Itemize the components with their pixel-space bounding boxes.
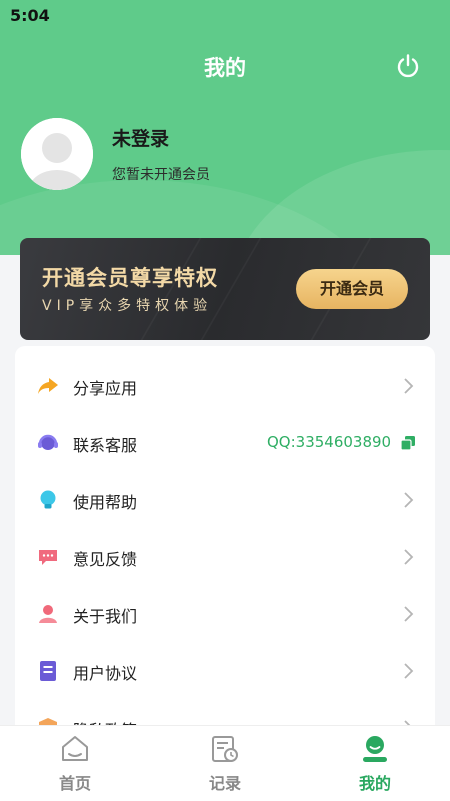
record-icon	[210, 734, 240, 764]
tab-profile[interactable]: 我的	[300, 726, 450, 801]
tab-label: 记录	[208, 774, 241, 793]
menu-item-about-us[interactable]: 关于我们	[15, 585, 435, 642]
menu-item-customer-service[interactable]: 联系客服 QQ:3354603890	[15, 414, 435, 471]
tab-label: 我的	[358, 774, 391, 793]
qq-number: QQ:3354603890	[267, 433, 392, 451]
chat-bubble-icon	[37, 546, 59, 568]
vip-banner[interactable]: 开通会员尊享特权 VIP享众多特权体验 开通会员	[20, 238, 430, 340]
lightbulb-icon	[37, 489, 59, 511]
menu-item-label: 联系客服	[73, 436, 138, 455]
chevron-right-icon	[403, 377, 415, 395]
document-icon	[37, 660, 59, 682]
status-bar-time: 5:04	[10, 6, 50, 25]
power-icon[interactable]	[394, 52, 422, 80]
profile-icon	[360, 734, 390, 764]
share-arrow-icon	[37, 375, 59, 397]
open-membership-button[interactable]: 开通会员	[296, 269, 408, 309]
copy-icon[interactable]	[400, 435, 416, 451]
menu-item-label: 用户协议	[73, 664, 138, 683]
chevron-right-icon	[403, 491, 415, 509]
menu-item-feedback[interactable]: 意见反馈	[15, 528, 435, 585]
tab-label: 首页	[58, 774, 91, 793]
person-icon	[37, 603, 59, 625]
user-name[interactable]: 未登录	[112, 124, 169, 151]
menu-item-label: 分享应用	[73, 379, 138, 398]
header: 5:04 我的 未登录 您暂未开通会员	[0, 0, 450, 255]
page-title: 我的	[204, 56, 246, 80]
vip-banner-title: 开通会员尊享特权	[42, 266, 218, 290]
vip-banner-subtitle: VIP享众多特权体验	[42, 298, 213, 314]
chevron-right-icon	[403, 605, 415, 623]
headset-icon	[37, 432, 59, 454]
chevron-right-icon	[403, 662, 415, 680]
tab-home[interactable]: 首页	[0, 726, 150, 801]
menu-item-user-agreement[interactable]: 用户协议	[15, 642, 435, 699]
chevron-right-icon	[403, 548, 415, 566]
menu-item-share-app[interactable]: 分享应用	[15, 357, 435, 414]
home-icon	[60, 734, 90, 764]
menu-item-label: 关于我们	[73, 607, 138, 626]
menu-item-help[interactable]: 使用帮助	[15, 471, 435, 528]
tab-records[interactable]: 记录	[150, 726, 300, 801]
menu-item-label: 意见反馈	[73, 550, 138, 569]
menu-item-label: 使用帮助	[73, 493, 138, 512]
avatar[interactable]	[21, 118, 93, 190]
menu-list: 分享应用 联系客服 QQ:3354603890 使用帮助 意见反馈 关于我们 用…	[15, 346, 435, 746]
membership-status: 您暂未开通会员	[112, 167, 210, 183]
bottom-tab-bar: 首页 记录 我的	[0, 725, 450, 801]
